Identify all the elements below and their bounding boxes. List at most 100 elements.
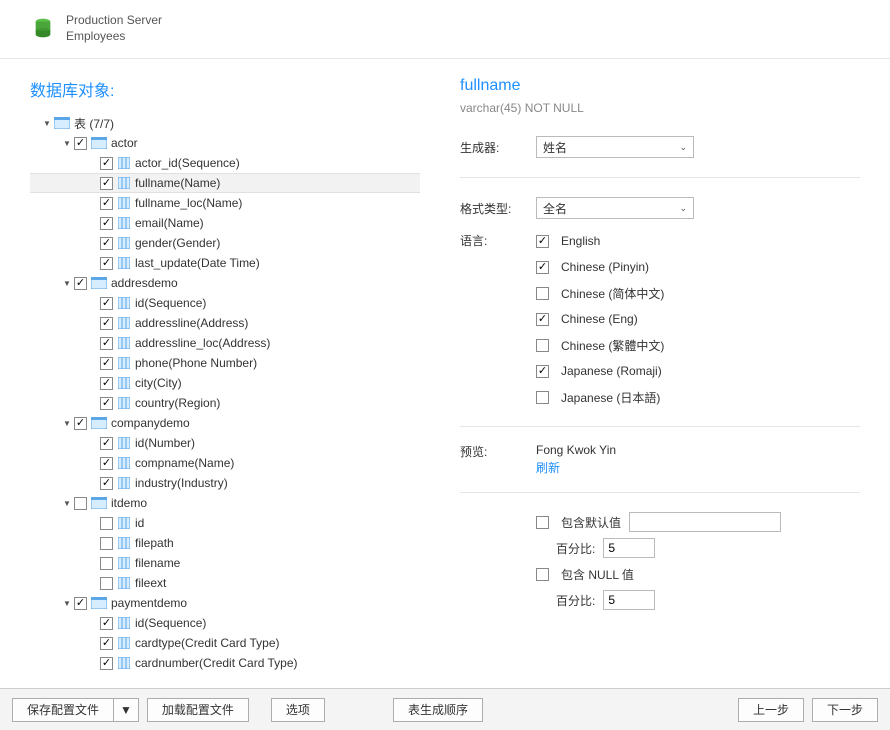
tree-column[interactable]: cardnumber(Credit Card Type)	[30, 653, 420, 673]
table-order-button[interactable]: 表生成顺序	[393, 698, 483, 722]
include-default-checkbox[interactable]	[536, 516, 549, 529]
percent-null-input[interactable]	[603, 590, 655, 610]
tree-node[interactable]: itdemo	[30, 493, 420, 513]
tree-checkbox[interactable]	[100, 557, 113, 570]
tree-column[interactable]: city(City)	[30, 373, 420, 393]
format-select[interactable]: 全名 ⌄	[536, 197, 694, 219]
column-icon	[117, 516, 131, 530]
tree-node[interactable]: companydemo	[30, 413, 420, 433]
language-checkbox[interactable]	[536, 339, 549, 352]
tree-label: addressline_loc(Address)	[135, 336, 270, 350]
expand-arrow-icon[interactable]	[42, 118, 52, 128]
tree-checkbox[interactable]	[74, 137, 87, 150]
chevron-down-icon: ⌄	[679, 203, 687, 214]
language-checkbox[interactable]	[536, 287, 549, 300]
tree-checkbox[interactable]	[74, 597, 87, 610]
tree-checkbox[interactable]	[74, 277, 87, 290]
tree-checkbox[interactable]	[100, 537, 113, 550]
tree-column[interactable]: actor_id(Sequence)	[30, 153, 420, 173]
refresh-link[interactable]: 刷新	[536, 459, 616, 476]
tree-column[interactable]: id(Number)	[30, 433, 420, 453]
language-checkbox[interactable]	[536, 235, 549, 248]
tree-checkbox[interactable]	[100, 637, 113, 650]
language-checkbox[interactable]	[536, 313, 549, 326]
language-item[interactable]: Chinese (Pinyin)	[536, 254, 664, 280]
tree-column[interactable]: last_update(Date Time)	[30, 253, 420, 273]
tree-column[interactable]: filepath	[30, 533, 420, 553]
tree-checkbox[interactable]	[100, 377, 113, 390]
tree-column[interactable]: industry(Industry)	[30, 473, 420, 493]
tree-checkbox[interactable]	[100, 177, 113, 190]
tree-column[interactable]: fileext	[30, 573, 420, 593]
tree-checkbox[interactable]	[100, 197, 113, 210]
expand-arrow-icon[interactable]	[62, 498, 72, 508]
prev-button[interactable]: 上一步	[738, 698, 804, 722]
tree-column[interactable]: email(Name)	[30, 213, 420, 233]
column-icon	[117, 456, 131, 470]
tree-checkbox[interactable]	[74, 417, 87, 430]
language-item[interactable]: Chinese (繁體中文)	[536, 332, 664, 358]
tree-column[interactable]: addressline_loc(Address)	[30, 333, 420, 353]
tree-checkbox[interactable]	[100, 337, 113, 350]
tree-column[interactable]: country(Region)	[30, 393, 420, 413]
tree-checkbox[interactable]	[100, 237, 113, 250]
table-icon	[91, 596, 107, 610]
save-profile-dropdown[interactable]: ▼	[114, 698, 139, 722]
tree-checkbox[interactable]	[100, 657, 113, 670]
tree-checkbox[interactable]	[100, 357, 113, 370]
language-checkbox[interactable]	[536, 365, 549, 378]
expand-arrow-icon[interactable]	[62, 278, 72, 288]
next-button[interactable]: 下一步	[812, 698, 878, 722]
tree-node[interactable]: addresdemo	[30, 273, 420, 293]
tree-checkbox[interactable]	[100, 157, 113, 170]
language-item[interactable]: Chinese (简体中文)	[536, 280, 664, 306]
language-item[interactable]: English	[536, 228, 664, 254]
percent-default-input[interactable]	[603, 538, 655, 558]
tree-column[interactable]: fullname(Name)	[30, 173, 420, 193]
language-checkbox[interactable]	[536, 261, 549, 274]
tree-node[interactable]: paymentdemo	[30, 593, 420, 613]
tree-column[interactable]: fullname_loc(Name)	[30, 193, 420, 213]
tree-column[interactable]: gender(Gender)	[30, 233, 420, 253]
tree-node[interactable]: actor	[30, 133, 420, 153]
column-icon	[117, 316, 131, 330]
save-profile-button[interactable]: 保存配置文件	[12, 698, 114, 722]
include-default-input[interactable]	[629, 512, 781, 532]
language-item[interactable]: Japanese (日本語)	[536, 384, 664, 410]
tree-column[interactable]: addressline(Address)	[30, 313, 420, 333]
object-tree[interactable]: 表 (7/7)actoractor_id(Sequence)fullname(N…	[30, 113, 420, 673]
tree-checkbox[interactable]	[100, 437, 113, 450]
details-panel: fullname varchar(45) NOT NULL 生成器: 姓名 ⌄ …	[430, 59, 890, 688]
tree-checkbox[interactable]	[100, 257, 113, 270]
tree-column[interactable]: filename	[30, 553, 420, 573]
tree-checkbox[interactable]	[100, 317, 113, 330]
tree-checkbox[interactable]	[100, 577, 113, 590]
tree-checkbox[interactable]	[74, 497, 87, 510]
language-item[interactable]: Chinese (Eng)	[536, 306, 664, 332]
tree-column[interactable]: cardtype(Credit Card Type)	[30, 633, 420, 653]
expand-arrow-icon[interactable]	[62, 598, 72, 608]
tree-checkbox[interactable]	[100, 617, 113, 630]
tree-checkbox[interactable]	[100, 477, 113, 490]
objects-panel: 数据库对象: 表 (7/7)actoractor_id(Sequence)ful…	[0, 59, 430, 688]
tree-column[interactable]: phone(Phone Number)	[30, 353, 420, 373]
tree-checkbox[interactable]	[100, 517, 113, 530]
expand-arrow-icon[interactable]	[62, 418, 72, 428]
tree-column[interactable]: id	[30, 513, 420, 533]
language-item[interactable]: Japanese (Romaji)	[536, 358, 664, 384]
include-null-checkbox[interactable]	[536, 568, 549, 581]
tree-checkbox[interactable]	[100, 217, 113, 230]
column-icon	[117, 236, 131, 250]
tree-node[interactable]: 表 (7/7)	[30, 113, 420, 133]
tree-column[interactable]: id(Sequence)	[30, 613, 420, 633]
tree-checkbox[interactable]	[100, 297, 113, 310]
tree-checkbox[interactable]	[100, 457, 113, 470]
expand-arrow-icon[interactable]	[62, 138, 72, 148]
tree-column[interactable]: compname(Name)	[30, 453, 420, 473]
tree-checkbox[interactable]	[100, 397, 113, 410]
options-button[interactable]: 选项	[271, 698, 325, 722]
language-checkbox[interactable]	[536, 391, 549, 404]
load-profile-button[interactable]: 加载配置文件	[147, 698, 249, 722]
tree-column[interactable]: id(Sequence)	[30, 293, 420, 313]
generator-select[interactable]: 姓名 ⌄	[536, 136, 694, 158]
